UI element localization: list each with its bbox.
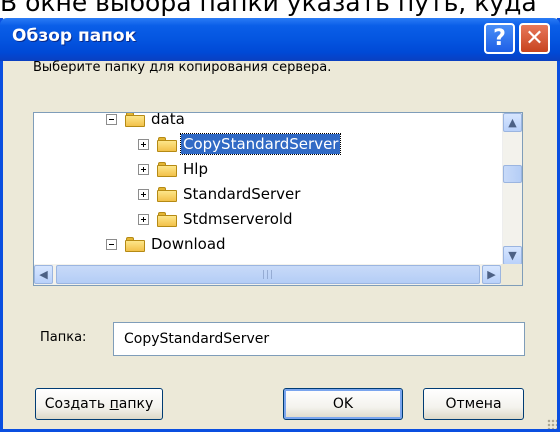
new-folder-label-suffix: апку [118, 396, 154, 412]
expand-icon[interactable] [138, 213, 149, 225]
scroll-left-icon[interactable]: ◀ [34, 265, 53, 284]
horizontal-scrollbar[interactable]: ◀ ||| ▶ [34, 264, 502, 285]
scroll-up-icon[interactable]: ▲ [503, 113, 522, 132]
folder-icon [125, 236, 145, 252]
dialog-prompt: Выберите папку для копирования сервера. [33, 60, 332, 75]
tree-item-label-selected: CopyStandardServer [179, 133, 342, 155]
expand-icon[interactable] [138, 188, 149, 200]
collapse-icon[interactable] [106, 113, 117, 125]
expand-icon[interactable] [138, 163, 149, 175]
tree-item-label: Hlp [183, 160, 208, 178]
title-bar[interactable]: Обзор папок ? ✕ [0, 18, 560, 61]
collapse-icon[interactable] [106, 238, 117, 250]
scroll-right-icon[interactable]: ▶ [482, 265, 501, 284]
tree-item-label: StandardServer [183, 185, 301, 203]
horizontal-scroll-thumb[interactable]: ||| [56, 265, 480, 284]
new-folder-label-accel: п [109, 396, 119, 412]
help-button[interactable]: ? [484, 23, 515, 54]
expand-icon[interactable] [138, 138, 149, 150]
dialog-title: Обзор папок [12, 26, 137, 46]
tree-item-parent[interactable]: data [106, 112, 187, 130]
tree-item[interactable]: Hlp [138, 158, 210, 180]
folder-icon [157, 211, 177, 227]
folder-field[interactable]: CopyStandardServer [113, 322, 525, 356]
folder-icon [157, 186, 177, 202]
cancel-button[interactable]: Отмена [423, 388, 524, 420]
scroll-down-icon[interactable]: ▼ [503, 246, 522, 265]
tree-item[interactable]: StandardServer [138, 183, 302, 205]
background-caption: В окне выбора папки указать путь, куда [0, 0, 537, 17]
tree-item-label: Stdmserverold [183, 210, 293, 228]
resize-grip-icon[interactable] [547, 419, 557, 429]
folder-open-icon [125, 113, 145, 127]
folder-field-label: Папка: [40, 330, 87, 345]
scrollbar-corner [501, 264, 522, 285]
close-button[interactable]: ✕ [519, 23, 550, 54]
new-folder-label-prefix: Создать [44, 396, 110, 412]
vertical-scroll-thumb[interactable] [503, 165, 522, 183]
folder-icon [157, 136, 177, 152]
tree-item-label: Download [151, 235, 226, 253]
new-folder-button[interactable]: Создать п апку [35, 388, 163, 420]
tree-item-partial[interactable]: Download [106, 233, 228, 255]
vertical-scrollbar[interactable]: ▲ ▼ [502, 113, 522, 265]
tree-item[interactable]: CopyStandardServer [138, 133, 342, 155]
tree-item[interactable]: Stdmserverold [138, 208, 295, 230]
folder-tree[interactable]: data CopyStandardServer Hlp StandardServ… [33, 112, 523, 286]
ok-button[interactable]: OK [283, 388, 403, 420]
folder-icon [157, 161, 177, 177]
tree-item-label: data [151, 112, 185, 128]
